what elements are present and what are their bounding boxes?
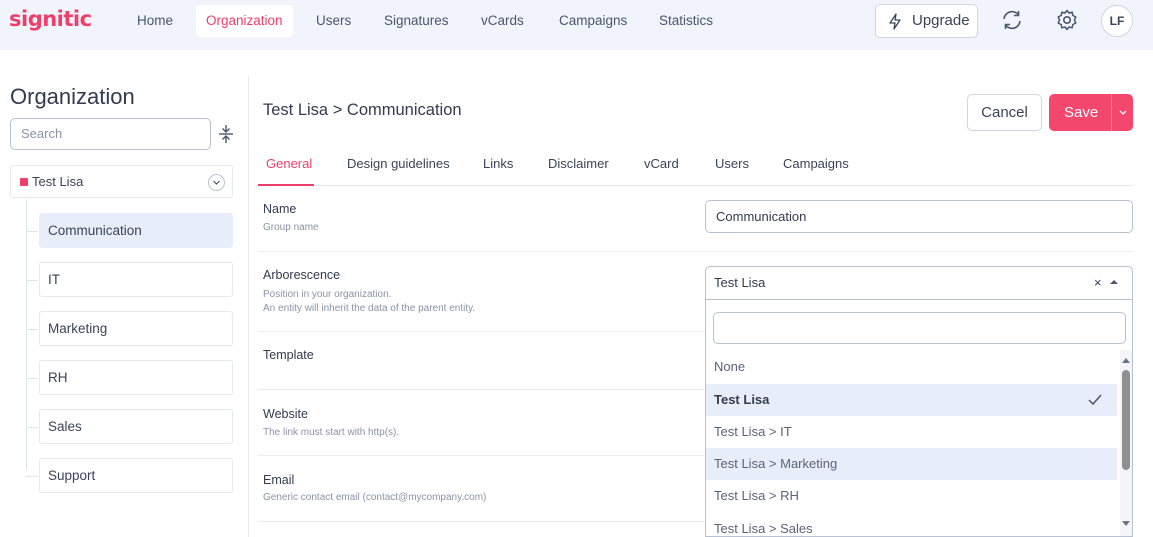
checkmark-icon (1088, 394, 1102, 406)
dropdown-search-input[interactable] (713, 312, 1126, 344)
user-avatar[interactable]: LF (1101, 5, 1133, 37)
nav-vcards[interactable]: vCards (471, 5, 534, 37)
chevron-down-icon[interactable] (1117, 105, 1129, 119)
active-tab-indicator (258, 184, 314, 186)
tab-campaigns[interactable]: Campaigns (783, 156, 849, 171)
tab-design-guidelines[interactable]: Design guidelines (347, 156, 450, 171)
dropdown-option-hovered[interactable]: Test Lisa > Marketing (706, 448, 1117, 480)
nav-campaigns[interactable]: Campaigns (549, 5, 637, 37)
tab-general[interactable]: General (266, 156, 312, 171)
sync-icon[interactable] (1000, 8, 1024, 32)
arborescence-select[interactable]: Test Lisa (705, 266, 1133, 300)
template-label: Template (263, 348, 314, 362)
tree-item-sales[interactable]: Sales (39, 409, 233, 444)
dropdown-option[interactable]: Test Lisa > Sales (706, 513, 1117, 536)
signitic-logo[interactable]: signitic (9, 7, 92, 31)
sidebar-title: Organization (10, 84, 135, 109)
nav-users[interactable]: Users (306, 5, 361, 37)
dropdown-option-selected[interactable]: Test Lisa (706, 384, 1117, 416)
nav-statistics[interactable]: Statistics (649, 5, 723, 37)
name-label: Name (263, 202, 297, 216)
gear-icon[interactable] (1055, 8, 1079, 32)
tree-root-label: Test Lisa (32, 174, 84, 189)
tree-item-marketing[interactable]: Marketing (39, 311, 233, 346)
website-label: Website (263, 407, 308, 421)
nav-organization[interactable]: Organization (196, 5, 293, 37)
dropdown-option[interactable]: Test Lisa > RH (706, 480, 1117, 512)
entity-color-marker (20, 178, 28, 186)
tab-vcard[interactable]: vCard (644, 156, 679, 171)
scroll-down-arrow-icon[interactable] (1121, 520, 1131, 528)
top-navbar: signitic Home Organization Users Signatu… (0, 0, 1153, 50)
tab-links[interactable]: Links (483, 156, 513, 171)
clear-selection-icon[interactable]: × (1094, 275, 1102, 290)
dropdown-option[interactable]: Test Lisa > IT (706, 416, 1117, 448)
dropdown-option-label: Test Lisa (714, 392, 770, 407)
tab-users[interactable]: Users (715, 156, 749, 171)
email-label: Email (263, 473, 295, 487)
cancel-button[interactable]: Cancel (967, 94, 1042, 131)
tree-connector (26, 199, 27, 470)
tab-disclaimer[interactable]: Disclaimer (548, 156, 609, 171)
upgrade-label: Upgrade (912, 12, 970, 29)
sidebar-search-input[interactable]: Search (10, 118, 211, 150)
arborescence-label: Arborescence (263, 268, 341, 282)
collapse-all-icon[interactable] (217, 124, 235, 144)
arborescence-help-line1: Position in your organization. (263, 289, 392, 300)
name-help: Group name (263, 222, 319, 233)
chevron-up-icon[interactable] (1109, 279, 1119, 285)
save-label: Save (1064, 104, 1099, 121)
nav-home[interactable]: Home (127, 5, 183, 37)
chevron-down-icon[interactable] (208, 174, 225, 191)
tree-item-rh[interactable]: RH (39, 360, 233, 395)
arborescence-dropdown: None Test Lisa Test Lisa > IT Test Lisa … (705, 300, 1133, 537)
tree-item-support[interactable]: Support (39, 458, 233, 493)
tree-item-it[interactable]: IT (39, 262, 233, 297)
tree-item-communication[interactable]: Communication (39, 213, 233, 248)
upgrade-button[interactable]: Upgrade (875, 4, 978, 38)
tabs-divider (258, 185, 1133, 186)
panel-divider (248, 76, 249, 537)
email-help: Generic contact email (contact@mycompany… (263, 492, 487, 503)
save-button[interactable]: Save (1049, 94, 1133, 131)
scroll-up-arrow-icon[interactable] (1121, 356, 1131, 364)
breadcrumb: Test Lisa > Communication (263, 101, 462, 119)
dropdown-option[interactable]: None (706, 351, 1117, 383)
nav-signatures[interactable]: Signatures (374, 5, 459, 37)
website-help: The link must start with http(s). (263, 427, 400, 438)
lightning-icon (889, 13, 901, 30)
scrollbar-thumb[interactable] (1122, 370, 1130, 470)
arborescence-help-line2: An entity will inherit the data of the p… (263, 303, 476, 314)
name-field[interactable]: Communication (705, 200, 1133, 233)
tree-root-item[interactable]: Test Lisa (10, 165, 233, 198)
